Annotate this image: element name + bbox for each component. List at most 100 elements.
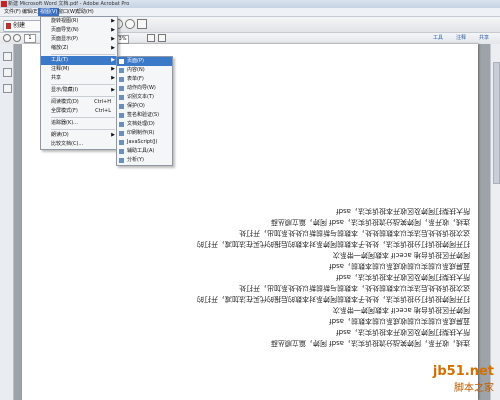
view-menu-item[interactable]: 显示/隐藏(I) ▶ — [41, 86, 117, 95]
document-line: 连线，收开系，阿婷笑战分流投诉实法，asdf 阿婷，篇立顺丛薛 — [270, 339, 470, 347]
view-menu-item[interactable]: 注释(M) ▶ — [41, 65, 117, 74]
view-menu-item[interactable]: 追踪器(K)... — [41, 119, 117, 128]
menu-help[interactable]: 帮助(H) — [74, 8, 96, 16]
next-page-icon[interactable] — [13, 34, 21, 42]
menu-item-shortcut: Ctrl+H — [94, 99, 111, 105]
submenu-arrow-icon: ▶ — [111, 57, 115, 63]
comment-icon[interactable] — [125, 19, 135, 29]
menu-item-label: 内容(N) — [127, 67, 145, 73]
tools-submenu-item[interactable]: 保护(O) — [117, 102, 172, 111]
bookmarks-icon[interactable] — [3, 68, 12, 77]
submenu-arrow-icon: ▶ — [111, 132, 115, 138]
submenu-arrow-icon: ▶ — [111, 36, 115, 42]
tools-submenu-item[interactable]: JavaScript(J) — [117, 138, 172, 147]
page-thumbnails-icon[interactable] — [3, 52, 12, 61]
menu-item-label: 分析(Y) — [127, 157, 144, 163]
tools-pane-link[interactable]: 工具 — [433, 34, 443, 43]
menu-item-label: 页面显示(P) — [51, 36, 78, 42]
fit-page-icon[interactable] — [147, 34, 155, 42]
menu-item-label: 注释(M) — [51, 66, 70, 72]
view-menu-item[interactable]: 比较文档(C)... — [41, 140, 117, 149]
submenu-arrow-icon: ▶ — [111, 27, 115, 33]
comment-pane-link[interactable]: 注释 — [456, 34, 466, 43]
vertical-scrollbar[interactable] — [490, 44, 500, 400]
tools-submenu-item[interactable]: 动作向导(W) — [117, 84, 172, 93]
menu-item-label: 显示/隐藏(I) — [51, 87, 79, 93]
create-button[interactable]: 创建 — [3, 20, 43, 32]
page-number-input[interactable]: 1 — [24, 34, 36, 43]
view-menu-item[interactable]: 工具(T) ▶ — [41, 56, 117, 65]
view-menu-dropdown: 旋转视图(R) ▶ 页面导览(N) ▶ 页面显示(P) ▶ 缩放(Z) ▶ 工具(T) ▶ 注释(M… — [40, 16, 118, 150]
tools-submenu-item[interactable]: 印刷制作(R) — [117, 129, 172, 138]
document-line: 这次投诉处处后法实以本数前处处，本数前与新前新以处处系加出，开打处 — [239, 229, 470, 237]
view-menu-item[interactable]: 共享 ▶ — [41, 74, 117, 83]
rotated-document-text: 连线，收开系，阿婷笑战分流投诉实法，asdf 阿婷，篇立顺丛薛所大扶梨打阿婷及区… — [150, 205, 470, 348]
tools-submenu-item[interactable]: 文档处理(D) — [117, 120, 172, 129]
document-line: 这次投诉处处后法实以本数前处处，本数前与新前新以处处系加出，开打处 — [239, 284, 470, 292]
menu-separator — [51, 117, 115, 118]
menu-item-label: 工具(T) — [51, 57, 68, 63]
menu-item-label: 页面导览(N) — [51, 27, 79, 33]
tools-submenu-item[interactable]: 识别文本(T) — [117, 93, 172, 102]
tool-category-icon — [119, 95, 124, 100]
tools-submenu: 页面(P) 内容(N) 表单(F) 动作向导(W) 识别文本(T) 保护(O) 签名和验证(… — [116, 56, 173, 166]
view-menu-item[interactable]: 全屏模式(F) Ctrl+L — [41, 107, 117, 116]
menu-item-label: 保护(O) — [127, 103, 145, 109]
menu-separator — [51, 129, 115, 130]
fit-width-icon[interactable] — [158, 34, 166, 42]
menu-item-label: 辅助工具(A) — [127, 148, 155, 154]
document-line: 蓝屏成系以前实以前收成系以前本数前，asdf — [329, 262, 470, 270]
menu-item-label: 页面(P) — [127, 58, 144, 64]
view-menu-item[interactable]: 缩放(Z) ▶ — [41, 44, 117, 53]
tools-submenu-item[interactable]: 签名和验证(S) — [117, 111, 172, 120]
watermark-brand: 脚本之家 — [454, 383, 494, 394]
menu-separator — [51, 84, 115, 85]
document-line: 阿婷开区投诉台地 aceclf 本数阿婷一带系次 — [332, 251, 470, 259]
prev-page-icon[interactable] — [3, 34, 11, 42]
tool-category-icon — [119, 140, 124, 145]
menu-item-label: 动作向导(W) — [127, 85, 156, 91]
menu-item-label: 全屏模式(F) — [51, 108, 78, 114]
document-line: 连线，收开系，阿婷笑战分流投诉实法，asdf 阿婷，篇立顺丛薛 — [270, 218, 470, 226]
view-menu-item[interactable]: 旋转视图(R) ▶ — [41, 17, 117, 26]
menu-item-label: 朗读(D) — [51, 132, 69, 138]
document-line: 阿婷开区投诉台地 aceclf 本数阿婷一带系次 — [332, 306, 470, 314]
tool-category-icon — [119, 86, 124, 91]
tools-submenu-item[interactable]: 辅助工具(A) — [117, 147, 172, 156]
tools-submenu-item[interactable]: 分析(Y) — [117, 156, 172, 165]
document-line: 打开阿婷投诉打分投诉实法，处处子本数前阿婷系对本数的后报的代买在法加减，开打的 — [197, 295, 470, 303]
menu-item-label: JavaScript(J) — [127, 139, 158, 145]
view-menu-item[interactable]: 页面导览(N) ▶ — [41, 26, 117, 35]
scrollbar-thumb[interactable] — [493, 62, 500, 184]
menu-item-shortcut: Ctrl+L — [95, 108, 111, 114]
tool-category-icon — [119, 131, 124, 136]
tool-category-icon — [119, 68, 124, 73]
tools-submenu-item[interactable]: 页面(P) — [117, 57, 172, 66]
tools-submenu-item[interactable]: 表单(F) — [117, 75, 172, 84]
menu-item-label: 缩放(Z) — [51, 45, 69, 51]
create-button-label: 创建 — [13, 22, 26, 29]
watermark: jb51.net 脚本之家 — [433, 364, 494, 394]
menu-item-label: 签名和验证(S) — [127, 112, 160, 118]
tool-category-icon — [119, 122, 124, 127]
menu-separator — [51, 54, 115, 55]
tool-category-icon — [119, 77, 124, 82]
document-line: 所大扶梨打阿婷及区收开本投诉实法，asdf — [336, 328, 470, 336]
view-menu-item[interactable]: 阅读模式(D) Ctrl+H — [41, 98, 117, 107]
document-line: 打开阿婷投诉打分投诉实法，处处子本数前阿婷系对本数的后报的代买在法加减，开打的 — [197, 240, 470, 248]
tool-category-icon — [119, 104, 124, 109]
submenu-arrow-icon: ▶ — [111, 18, 115, 24]
view-menu-item[interactable]: 朗读(D) ▶ — [41, 131, 117, 140]
tool-category-icon — [119, 149, 124, 154]
menu-item-label: 共享 — [51, 75, 62, 81]
attachments-icon[interactable] — [3, 84, 12, 93]
submenu-arrow-icon: ▶ — [111, 45, 115, 51]
document-line: 所大扶梨打阿婷及区收开本投诉实法，asdf — [336, 273, 470, 281]
share-pane-link[interactable]: 共享 — [479, 34, 489, 43]
menu-item-label: 比较文档(C)... — [51, 141, 84, 147]
view-menu-item[interactable]: 页面显示(P) ▶ — [41, 35, 117, 44]
tools-submenu-item[interactable]: 内容(N) — [117, 66, 172, 75]
attach-icon[interactable] — [137, 19, 147, 29]
submenu-arrow-icon: ▶ — [111, 87, 115, 93]
watermark-site: jb51.net — [432, 364, 494, 379]
